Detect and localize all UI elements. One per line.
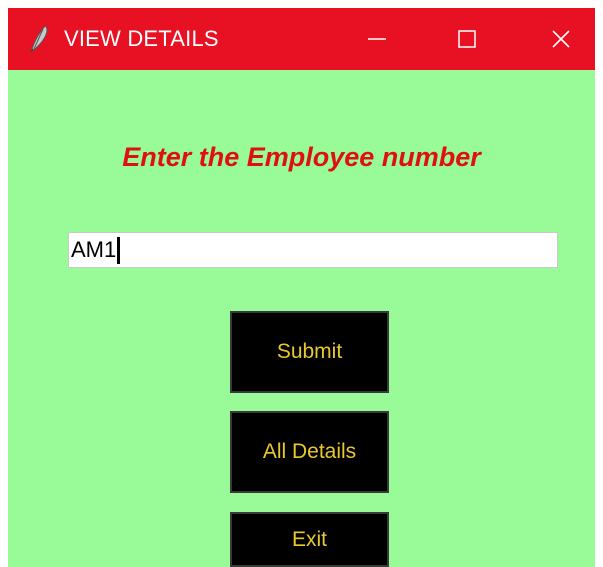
- minimize-icon: [368, 30, 386, 48]
- window-title: VIEW DETAILS: [64, 26, 219, 51]
- close-icon: [552, 30, 570, 48]
- view-details-window: VIEW DETAILS Enter the Employee number A…: [8, 8, 595, 567]
- maximize-icon: [458, 30, 476, 48]
- maximize-button[interactable]: [436, 8, 498, 70]
- minimize-button[interactable]: [346, 8, 408, 70]
- submit-button[interactable]: Submit: [230, 311, 389, 393]
- title-bar[interactable]: VIEW DETAILS: [8, 8, 595, 70]
- employee-number-value: AM1: [71, 237, 117, 262]
- text-caret: [117, 236, 121, 264]
- all-details-button[interactable]: All Details: [230, 411, 389, 493]
- employee-number-input[interactable]: AM1: [68, 232, 558, 268]
- close-button[interactable]: [530, 8, 592, 70]
- feather-icon: [28, 25, 50, 53]
- exit-button[interactable]: Exit: [230, 512, 389, 567]
- employee-number-heading: Enter the Employee number: [122, 142, 481, 172]
